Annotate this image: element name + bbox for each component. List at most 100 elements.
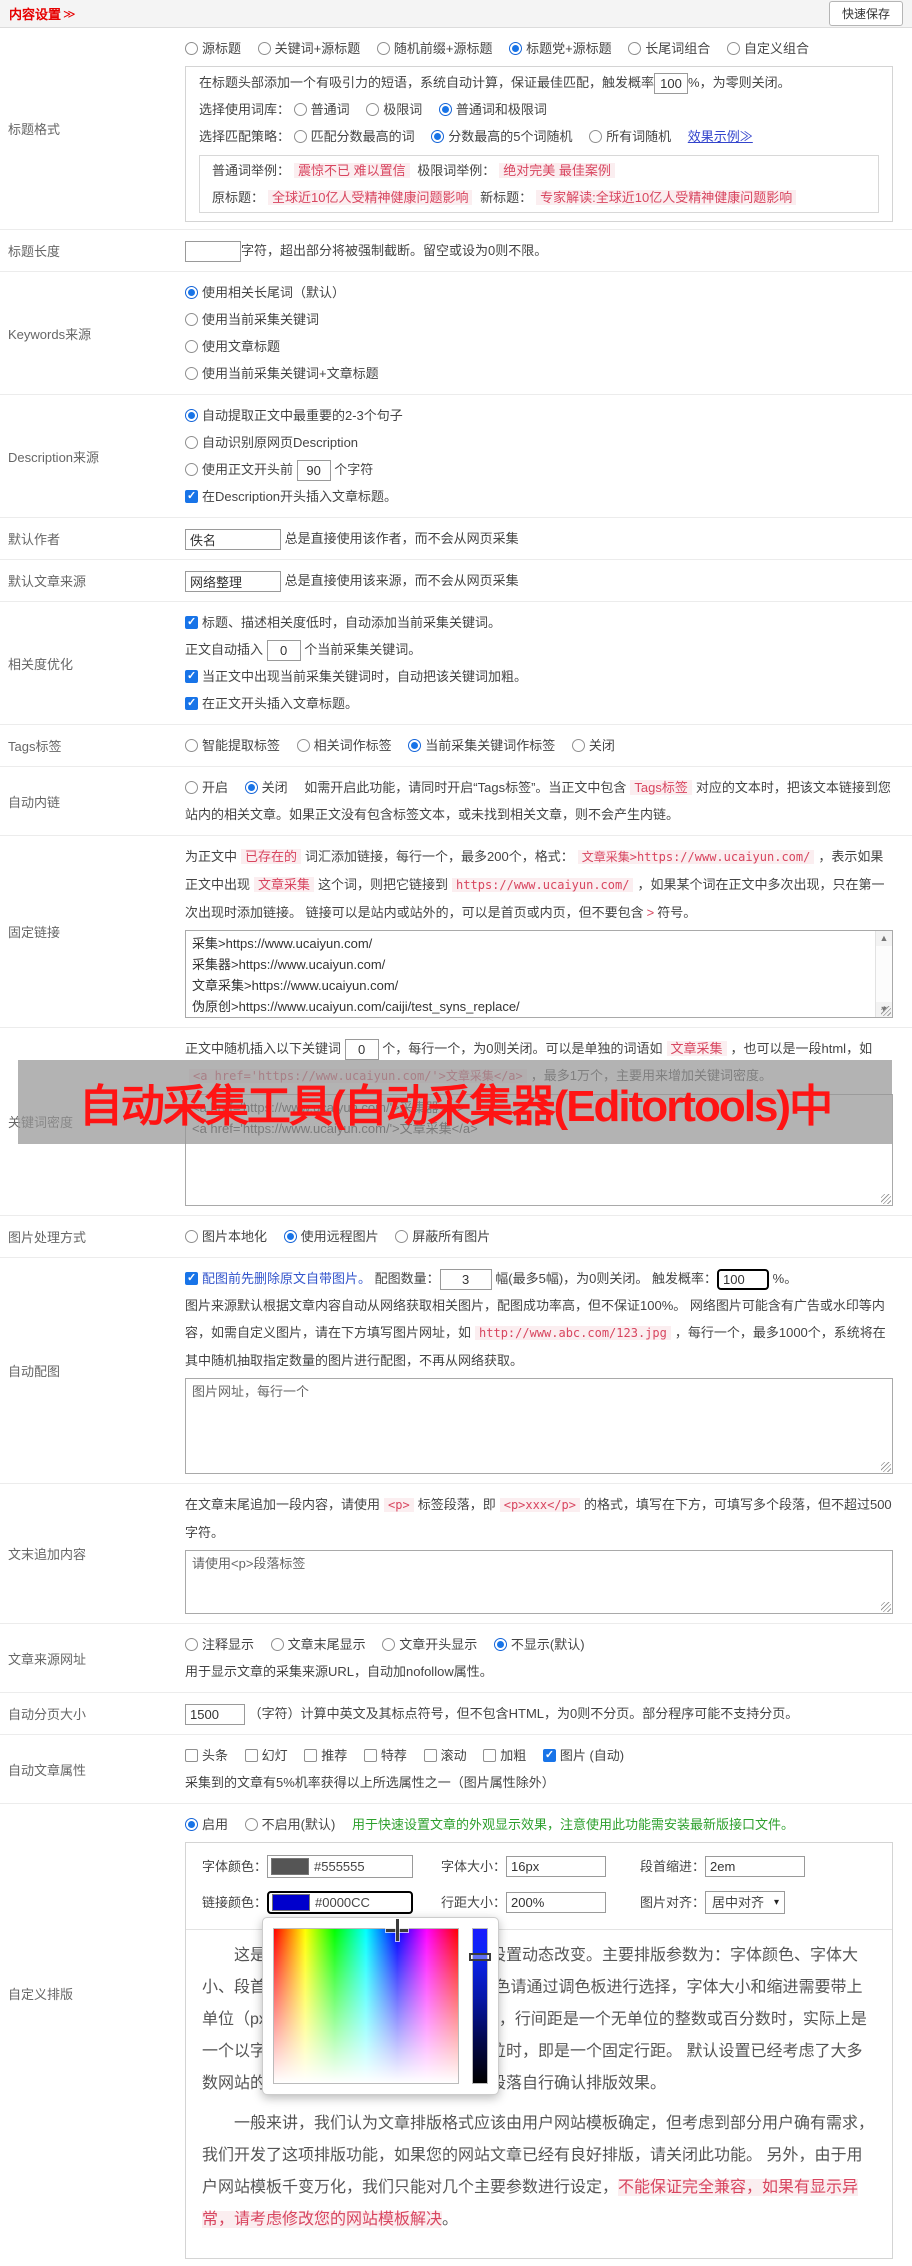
radio-option-selected[interactable]: 自动提取正文中最重要的2-3个句子	[185, 402, 893, 429]
keyword-density-count-input[interactable]	[344, 1039, 379, 1061]
checkbox-icon[interactable]	[185, 483, 198, 510]
indent-input[interactable]	[705, 1856, 806, 1877]
radio-icon[interactable]	[628, 42, 642, 55]
radio-option[interactable]: 使用文章标题	[185, 333, 893, 360]
paging-size-input[interactable]	[185, 1704, 245, 1726]
radio-icon[interactable]	[493, 1638, 507, 1651]
resize-grip-icon[interactable]	[881, 1602, 891, 1612]
radio-icon[interactable]	[293, 130, 307, 143]
checkbox-option-checked[interactable]: 在Description开头插入文章标题。	[185, 483, 893, 510]
hue-slider[interactable]	[469, 1928, 491, 2084]
radio-option-selected[interactable]: 关闭	[244, 780, 288, 795]
checkbox-option-checked[interactable]: 配图前先删除原文自带图片。	[185, 1265, 371, 1292]
checkbox-icon[interactable]	[185, 663, 198, 690]
radio-option[interactable]: 极限词	[366, 102, 422, 117]
image-align-select[interactable]: 居中对齐 ▾	[705, 1891, 786, 1914]
radio-option-selected[interactable]: 普通词和极限词	[438, 102, 547, 117]
radio-option[interactable]: 所有词随机	[589, 129, 671, 144]
radio-icon[interactable]	[185, 1638, 198, 1651]
line-height-input[interactable]	[506, 1892, 607, 1913]
radio-icon[interactable]	[726, 42, 740, 55]
radio-icon[interactable]	[366, 103, 380, 116]
radio-option[interactable]: 开启	[185, 780, 228, 795]
checkbox-option[interactable]: 加粗	[483, 1748, 526, 1763]
radio-icon[interactable]	[185, 463, 198, 476]
checkbox-option[interactable]: 幻灯	[244, 1748, 288, 1763]
image-urls-textarea[interactable]	[185, 1378, 893, 1474]
radio-option-selected[interactable]: 使用相关长尾词（默认）	[185, 279, 893, 306]
radio-option[interactable]: 屏蔽所有图片	[395, 1229, 490, 1244]
fixed-links-textarea[interactable]: 采集>https://www.ucaiyun.com/ 采集器>https://…	[185, 930, 893, 1018]
radio-option[interactable]: 源标题	[185, 41, 241, 56]
scroll-up-icon[interactable]: ▲	[876, 931, 892, 946]
radio-icon[interactable]	[185, 313, 198, 326]
radio-icon[interactable]	[185, 1818, 198, 1831]
radio-option[interactable]: 使用正文开头前 个字符	[185, 456, 893, 483]
radio-icon[interactable]	[270, 1638, 284, 1651]
radio-icon[interactable]	[185, 286, 198, 299]
radio-option-selected[interactable]: 使用远程图片	[283, 1229, 379, 1244]
radio-icon[interactable]	[571, 739, 585, 752]
radio-option[interactable]: 自定义组合	[726, 41, 809, 56]
radio-icon[interactable]	[293, 103, 307, 116]
radio-icon[interactable]	[185, 739, 198, 752]
quick-save-button[interactable]: 快速保存	[828, 1, 903, 26]
append-content-textarea[interactable]	[185, 1550, 893, 1614]
checkbox-option[interactable]: 特荐	[363, 1748, 407, 1763]
radio-icon[interactable]	[395, 1230, 409, 1243]
image-count-input[interactable]	[439, 1269, 492, 1291]
radio-icon[interactable]	[185, 340, 198, 353]
radio-icon[interactable]	[382, 1638, 396, 1651]
radio-option-selected[interactable]: 标题党+源标题	[509, 41, 612, 56]
font-size-input[interactable]	[506, 1856, 607, 1877]
resize-grip-icon[interactable]	[881, 1194, 891, 1204]
radio-icon[interactable]	[408, 739, 422, 752]
checkbox-icon[interactable]	[363, 1749, 377, 1762]
checkbox-icon[interactable]	[185, 1749, 198, 1762]
checkbox-icon[interactable]	[185, 1265, 198, 1292]
resize-grip-icon[interactable]	[881, 1006, 891, 1016]
radio-option[interactable]: 长尾词组合	[628, 41, 710, 56]
radio-option[interactable]: 注释显示	[185, 1637, 254, 1652]
radio-icon[interactable]	[257, 42, 271, 55]
radio-icon[interactable]	[438, 103, 452, 116]
checkbox-option-checked[interactable]: 标题、描述相关度低时，自动添加当前采集关键词。	[185, 609, 893, 636]
radio-option[interactable]: 相关词作标签	[296, 738, 392, 753]
radio-icon[interactable]	[244, 1818, 258, 1831]
radio-option[interactable]: 随机前缀+源标题	[376, 41, 492, 56]
checkbox-option[interactable]: 滚动	[423, 1748, 467, 1763]
radio-option-selected[interactable]: 分数最高的5个词随机	[431, 129, 573, 144]
radio-icon[interactable]	[589, 130, 603, 143]
radio-icon[interactable]	[185, 436, 198, 449]
radio-icon[interactable]	[185, 1230, 198, 1243]
checkbox-option-checked[interactable]: 在正文开头插入文章标题。	[185, 690, 893, 717]
checkbox-icon[interactable]	[542, 1742, 556, 1769]
radio-icon[interactable]	[509, 42, 523, 55]
checkbox-icon[interactable]	[483, 1749, 497, 1762]
radio-option[interactable]: 使用当前采集关键词	[185, 306, 893, 333]
radio-option[interactable]: 图片本地化	[185, 1229, 267, 1244]
image-probability-input[interactable]	[717, 1269, 770, 1291]
default-source-input[interactable]	[185, 571, 281, 593]
link-color-field[interactable]: #0000CC	[267, 1891, 414, 1914]
font-color-swatch[interactable]	[271, 1858, 310, 1875]
radio-icon[interactable]	[283, 1230, 297, 1243]
radio-option[interactable]: 智能提取标签	[185, 738, 280, 753]
title-trigger-probability-input[interactable]	[654, 73, 689, 95]
radio-option[interactable]: 关闭	[571, 738, 615, 753]
checkbox-icon[interactable]	[304, 1749, 318, 1762]
radio-icon[interactable]	[185, 367, 198, 380]
checkbox-option[interactable]: 推荐	[304, 1748, 347, 1763]
checkbox-option-checked[interactable]: 当正文中出现当前采集关键词时，自动把该关键词加粗。	[185, 663, 893, 690]
title-length-input[interactable]	[185, 241, 241, 263]
saturation-field[interactable]	[273, 1919, 459, 2084]
radio-option[interactable]: 使用当前采集关键词+文章标题	[185, 360, 893, 387]
radio-icon[interactable]	[185, 781, 198, 794]
radio-option-selected[interactable]: 启用	[185, 1817, 228, 1832]
radio-option-selected[interactable]: 不显示(默认)	[493, 1637, 585, 1652]
radio-icon[interactable]	[185, 409, 198, 422]
radio-option[interactable]: 匹配分数最高的词	[293, 129, 415, 144]
collapse-chevron-icon[interactable]: ≫	[63, 7, 76, 21]
radio-option-selected[interactable]: 当前采集关键词作标签	[408, 738, 555, 753]
description-chars-input[interactable]	[296, 460, 331, 482]
